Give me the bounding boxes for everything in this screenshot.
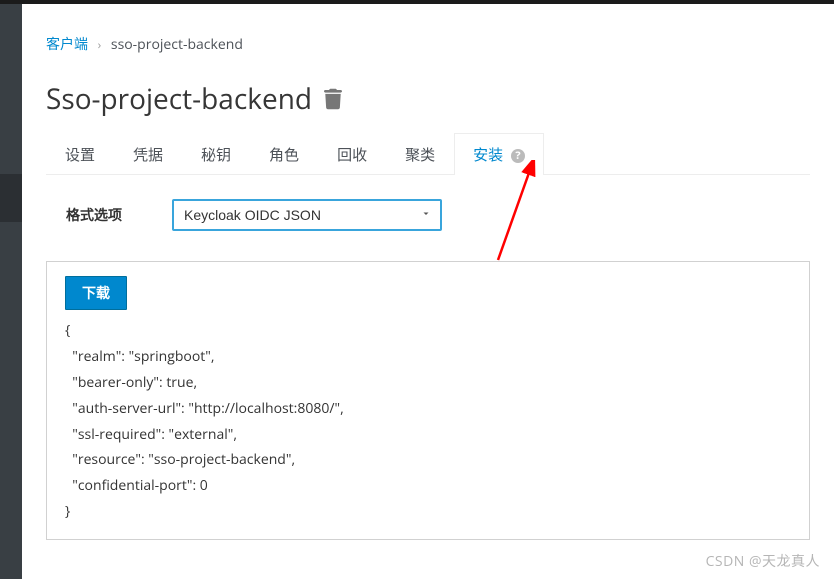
tab-clustering[interactable]: 聚类	[386, 133, 454, 175]
tab-settings[interactable]: 设置	[46, 133, 114, 175]
breadcrumb-sep: ›	[98, 36, 102, 53]
breadcrumb: 客户端 › sso-project-backend	[46, 34, 810, 54]
breadcrumb-current: sso-project-backend	[111, 35, 243, 54]
tabs: 设置 凭据 秘钥 角色 回收 聚类 安装 ?	[46, 132, 810, 175]
format-label: 格式选项	[66, 205, 122, 225]
watermark: CSDN @天龙真人	[706, 551, 820, 571]
breadcrumb-root-link[interactable]: 客户端	[46, 35, 88, 54]
format-select-wrap: Keycloak OIDC JSON	[172, 199, 442, 231]
delete-icon[interactable]	[324, 88, 342, 110]
tab-credentials[interactable]: 凭据	[114, 133, 182, 175]
code-block: { "realm": "springboot", "bearer-only": …	[65, 318, 791, 525]
sidebar-stripe	[0, 4, 22, 579]
tab-roles[interactable]: 角色	[250, 133, 318, 175]
tab-installation-label: 安装	[473, 145, 503, 165]
format-select[interactable]: Keycloak OIDC JSON	[172, 199, 442, 231]
help-icon[interactable]: ?	[511, 149, 525, 163]
tab-keys[interactable]: 秘钥	[182, 133, 250, 175]
page-title: Sso-project-backend	[46, 80, 810, 118]
format-row: 格式选项 Keycloak OIDC JSON	[46, 199, 810, 231]
download-button[interactable]: 下载	[65, 276, 127, 310]
tab-installation[interactable]: 安装 ?	[454, 133, 544, 175]
installation-output: 下载 { "realm": "springboot", "bearer-only…	[46, 261, 810, 540]
tab-revocation[interactable]: 回收	[318, 133, 386, 175]
page-title-text: Sso-project-backend	[46, 80, 312, 118]
